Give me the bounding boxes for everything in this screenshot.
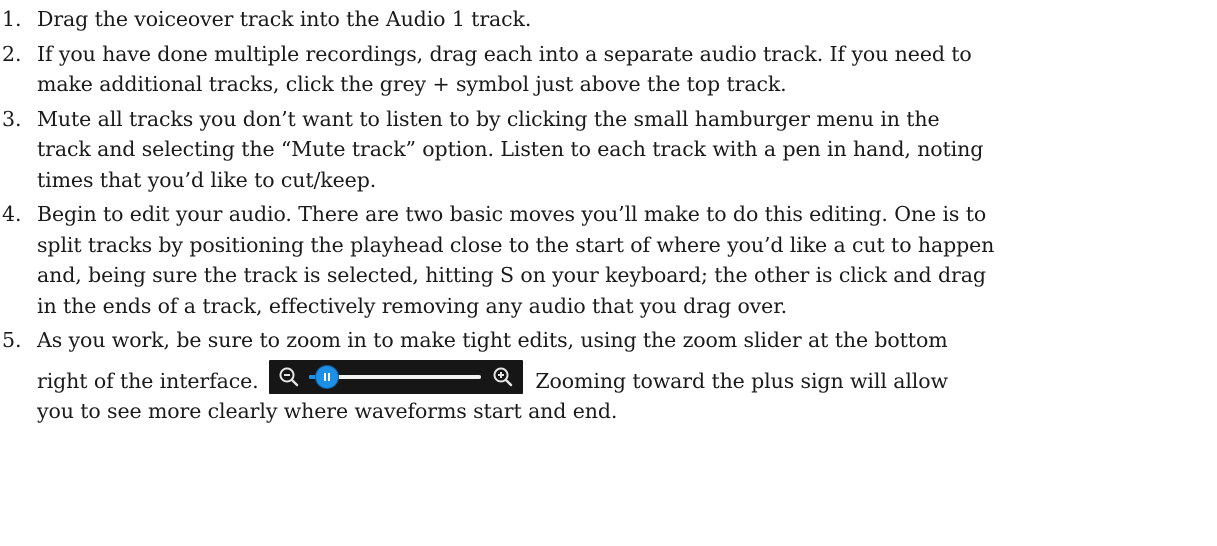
- step-text-line: Begin to edit your audio. There are two …: [37, 202, 987, 226]
- step-text-line: As you work, be sure to zoom in to make …: [37, 328, 948, 352]
- step-number: 5.: [2, 328, 22, 352]
- zoom-out-icon: [279, 367, 299, 386]
- step-text-line: you to see more clearly where waveforms …: [37, 399, 618, 423]
- zoom-slider-image: [268, 359, 523, 394]
- step-text-line: and, being sure the track is selected, h…: [37, 263, 986, 287]
- step-text-line: right of the interface. Zooming toward t…: [37, 359, 1217, 397]
- step-number: 4.: [2, 202, 22, 226]
- step-text-line: in the ends of a track, effectively remo…: [37, 293, 788, 318]
- step-text-line: split tracks by positioning the playhead…: [37, 232, 995, 257]
- step-text-line: Drag the voiceover track into the Audio …: [37, 7, 532, 31]
- step-text-line: If you have done multiple recordings, dr…: [37, 41, 972, 66]
- step-3: 3. Mute all tracks you don’t want to lis…: [0, 104, 1217, 196]
- step-text-before-image: right of the interface.: [37, 368, 259, 393]
- step-2: 2. If you have done multiple recordings,…: [0, 39, 1217, 100]
- document-page: 1. Drag the voiceover track into the Aud…: [0, 0, 1217, 546]
- step-1: 1. Drag the voiceover track into the Aud…: [0, 4, 1217, 35]
- step-text-line: make additional tracks, click the grey +…: [37, 72, 787, 96]
- step-5: 5. As you work, be sure to zoom in to ma…: [0, 325, 1217, 427]
- step-4: 4. Begin to edit your audio. There are t…: [0, 199, 1217, 321]
- instruction-list: 1. Drag the voiceover track into the Aud…: [0, 4, 1217, 427]
- zoom-in-icon: [493, 367, 513, 386]
- step-text-after-image: Zooming toward the plus sign will allow: [535, 368, 948, 393]
- step-number: 1.: [2, 7, 22, 31]
- step-text-line: Mute all tracks you don’t want to listen…: [37, 106, 940, 131]
- step-text-line: times that you’d like to cut/keep.: [37, 167, 377, 192]
- step-number: 3.: [2, 106, 22, 131]
- zoom-slider-thumb: [315, 365, 338, 388]
- step-text-line: track and selecting the “Mute track” opt…: [37, 137, 984, 161]
- step-number: 2.: [2, 41, 22, 66]
